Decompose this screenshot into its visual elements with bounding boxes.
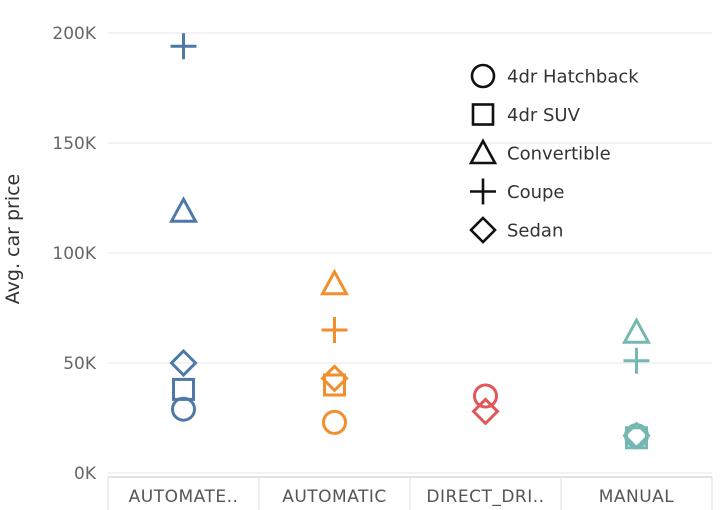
y-tick-label: 0K (74, 464, 97, 484)
x-category-label: MANUAL (599, 487, 675, 507)
y-tick-label: 50K (63, 354, 97, 374)
y-tick-label: 150K (52, 134, 96, 154)
legend-square-icon (471, 103, 495, 126)
data-point-4dr-suv (172, 377, 195, 401)
legend-label: 4dr SUV (507, 105, 581, 126)
legend-label: Sedan (507, 221, 563, 242)
legend-plus-icon (470, 178, 496, 205)
data-point-convertible (621, 317, 652, 344)
x-category-label: AUTOMATE.. (129, 487, 239, 507)
y-tick-label: 200K (52, 24, 96, 44)
legend-diamond-icon (469, 216, 497, 244)
legend-circle-icon (470, 63, 496, 89)
data-point-convertible (168, 196, 199, 223)
legend-label: 4dr Hatchback (507, 67, 639, 88)
shape-legend: 4dr Hatchback 4dr SUV Convertible Coupe Seda… (468, 63, 639, 244)
x-category-label: DIRECT_DRI.. (426, 487, 544, 507)
legend-triangle-icon (468, 138, 498, 165)
data-point-coupe (321, 317, 348, 343)
data-point-coupe (623, 347, 650, 374)
scatter-chart: 0K 50K 100K 150K 200K Avg. car price AUTOMAT… (2, 24, 713, 510)
data-point-4dr-hatchback (322, 409, 347, 435)
grid-lines (108, 32, 712, 474)
x-axis: AUTOMATE.. AUTOMATIC DIRECT_DRI.. MANUAL (107, 476, 713, 510)
legend-label: Coupe (507, 182, 565, 203)
data-points (168, 33, 652, 450)
legend-label: Convertible (507, 144, 611, 165)
data-point-sedan (320, 364, 349, 393)
data-point-convertible (319, 268, 350, 296)
data-point-coupe (170, 33, 197, 60)
data-point-4dr-hatchback (171, 396, 196, 422)
y-tick-label: 100K (52, 244, 96, 264)
y-axis-label: Avg. car price (2, 174, 24, 305)
data-point-4dr-hatchback (473, 383, 498, 409)
x-category-label: AUTOMATIC (282, 487, 387, 507)
y-axis-ticks: 0K 50K 100K 150K 200K (52, 24, 96, 484)
